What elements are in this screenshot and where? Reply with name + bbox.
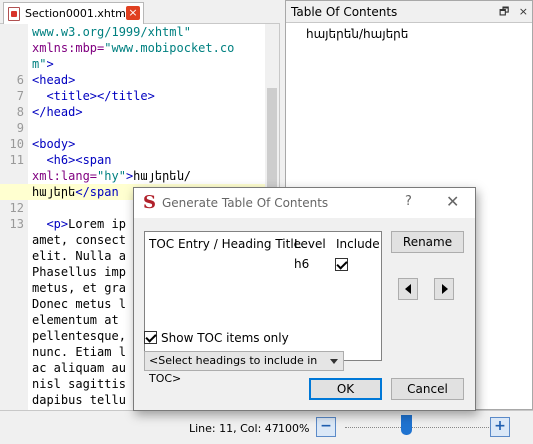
toc-entry[interactable]: հայերեն/հայերե [286, 23, 532, 41]
code-token: nisl sagittis [32, 377, 126, 391]
code-token: "www.mobipocket.co [104, 41, 235, 55]
code-token: հայերեն/ [133, 169, 191, 183]
sigil-window: Section0001.xhtml × www.w3.org/1999/xhtm… [0, 0, 533, 444]
dialog-title: Generate Table Of Contents [162, 196, 329, 210]
line-number: 12 [9, 201, 24, 215]
move-left-button[interactable] [398, 278, 418, 300]
dialog-close-icon[interactable]: ✕ [446, 192, 459, 211]
code-token: Donec metus l [32, 297, 126, 311]
code-token: "hy" [97, 169, 126, 183]
float-panel-icon[interactable]: 🗗 [499, 5, 509, 18]
cursor-position: Line: 11, Col: 47 [189, 422, 279, 435]
line-number: 6 [16, 73, 24, 87]
code-token: amet, consect [32, 233, 126, 247]
zoom-out-button[interactable]: − [316, 417, 336, 437]
code-token: nunc. Etiam l [32, 345, 126, 359]
show-toc-only-checkbox[interactable] [144, 331, 157, 344]
column-header-include[interactable]: Include [336, 237, 380, 251]
code-token: <p> [32, 217, 69, 231]
close-panel-icon[interactable]: × [519, 5, 528, 18]
code-token: elementum at [32, 313, 119, 327]
code-token: > [46, 57, 54, 71]
line-number: 9 [16, 121, 24, 135]
zoom-slider-track[interactable] [345, 427, 489, 428]
code-token: <head> [32, 73, 76, 87]
line-number: 13 [9, 217, 24, 231]
status-bar: Line: 11, Col: 47 100% − + [0, 410, 533, 444]
select-headings-dropdown[interactable]: <Select headings to include in TOC> [144, 351, 344, 385]
code-line[interactable]: m"> [0, 56, 266, 72]
code-token: Phasellus imp [32, 265, 126, 279]
code-line[interactable]: 10 <body> [0, 136, 266, 152]
code-line[interactable]: 11 <h6><span [0, 152, 266, 168]
code-line[interactable]: xml:lang="hy">հայերեն/ [0, 168, 266, 184]
select-headings-value: <Select headings to include in TOC> [149, 354, 318, 385]
code-token: Lorem ip [68, 217, 126, 231]
zoom-level: 100% [278, 422, 310, 435]
move-right-button[interactable] [434, 278, 454, 300]
tab-close-icon[interactable]: × [126, 6, 140, 20]
column-header-entry[interactable]: TOC Entry / Heading Title [149, 237, 301, 251]
code-token: pellentesque, [32, 329, 126, 343]
code-token: <body> [32, 137, 76, 151]
code-line[interactable]: 8 </head> [0, 104, 266, 120]
file-tab[interactable]: Section0001.xhtml × [3, 2, 144, 24]
column-header-level[interactable]: Level [294, 237, 326, 251]
xhtml-file-icon [8, 6, 20, 21]
sigil-logo-icon: S [143, 192, 156, 213]
code-token: <title></title> [32, 89, 155, 103]
zoom-in-button[interactable]: + [490, 417, 510, 437]
line-number: 11 [9, 153, 24, 167]
row-include-checkbox[interactable] [335, 258, 348, 271]
code-line[interactable]: 9 [0, 120, 266, 136]
code-token: ac aliquam au [32, 361, 126, 375]
toc-panel-header: Table Of Contents 🗗 × [286, 1, 532, 23]
code-line[interactable]: www.w3.org/1999/xhtml" [0, 24, 266, 40]
file-tab-label: Section0001.xhtml [25, 7, 129, 20]
generate-toc-dialog: S Generate Table Of Contents ? ✕ TOC Ent… [133, 187, 476, 411]
cancel-button[interactable]: Cancel [391, 378, 464, 400]
row-level[interactable]: h6 [294, 257, 309, 271]
line-number: 10 [9, 137, 24, 151]
code-token: elit. Nulla a [32, 249, 126, 263]
code-token: metus, et gra [32, 281, 126, 295]
code-line[interactable]: 7 <title></title> [0, 88, 266, 104]
editor-tab-strip: Section0001.xhtml × [0, 0, 280, 24]
toc-panel-title: Table Of Contents [291, 5, 398, 19]
code-line[interactable]: xmlns:mbp="www.mobipocket.co [0, 40, 266, 56]
code-token: dapibus tellu [32, 393, 126, 407]
code-token: xmlns:mbp= [32, 41, 105, 55]
rename-button[interactable]: Rename [391, 231, 464, 253]
code-token: m" [32, 57, 47, 71]
show-toc-only-label: Show TOC items only [161, 331, 289, 345]
code-token: </head> [32, 105, 83, 119]
line-number: 8 [16, 105, 24, 119]
chevron-down-icon [330, 359, 338, 364]
code-token: հայերե [32, 185, 76, 199]
code-token: www.w3.org/1999/xhtml" [32, 25, 191, 39]
code-token: xml:lang= [32, 169, 98, 183]
zoom-slider-thumb[interactable] [401, 415, 413, 435]
code-token: </span [75, 185, 119, 199]
line-number: 7 [16, 89, 24, 103]
code-line[interactable]: 6 <head> [0, 72, 266, 88]
dialog-title-bar: S Generate Table Of Contents ? ✕ [134, 188, 475, 218]
ok-button[interactable]: OK [309, 378, 382, 400]
help-icon[interactable]: ? [405, 194, 412, 209]
code-token: <h6><span [32, 153, 112, 167]
